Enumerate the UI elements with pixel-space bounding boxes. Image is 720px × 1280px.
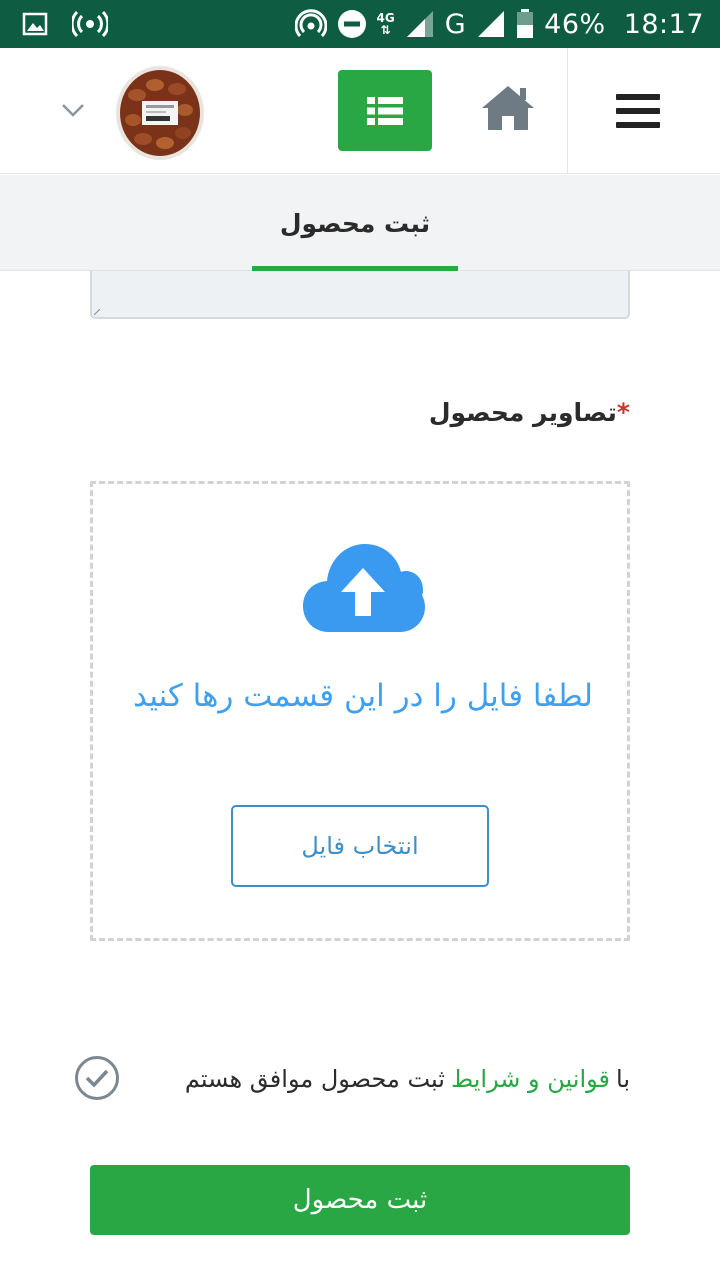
submit-label: ثبت محصول bbox=[292, 1185, 428, 1215]
hamburger-icon bbox=[616, 94, 660, 128]
product-list-button[interactable] bbox=[338, 70, 432, 151]
resize-handle-icon[interactable] bbox=[94, 309, 100, 315]
hotspot-icon bbox=[72, 10, 108, 38]
status-bar: 4G ⇅ G 46% 18:17 bbox=[0, 0, 720, 48]
terms-checkbox[interactable] bbox=[74, 1055, 120, 1101]
gallery-icon bbox=[22, 12, 48, 36]
terms-suffix: ثبت محصول موافق هستم bbox=[184, 1065, 445, 1093]
battery-percent: 46% bbox=[544, 8, 606, 40]
tab-label: ثبت محصول bbox=[279, 208, 431, 238]
user-avatar[interactable] bbox=[115, 65, 205, 161]
dropzone-instructions: لطفا فایل را در این قسمت رها کنید bbox=[133, 678, 593, 714]
menu-button[interactable] bbox=[600, 76, 676, 146]
home-button[interactable] bbox=[472, 78, 544, 138]
list-icon bbox=[367, 96, 403, 125]
header-divider bbox=[567, 48, 568, 174]
avatar-image bbox=[116, 66, 204, 160]
data-arrows-icon: ⇅ bbox=[380, 23, 391, 37]
terms-agreement: با قوانین و شرایط ثبت محصول موافق هستم bbox=[185, 1058, 630, 1100]
account-dropdown[interactable] bbox=[58, 98, 88, 122]
submit-product-button[interactable]: ثبت محصول bbox=[90, 1165, 630, 1235]
cloud-upload-icon bbox=[303, 544, 425, 632]
tab-register-product[interactable]: ثبت محصول bbox=[252, 175, 458, 271]
file-dropzone[interactable]: لطفا فایل را در این قسمت رها کنید انتخاب… bbox=[90, 481, 630, 941]
app-header bbox=[0, 48, 720, 174]
clock: 18:17 bbox=[623, 8, 704, 40]
network-type: 4G ⇅ bbox=[377, 12, 395, 36]
choose-file-button[interactable]: انتخاب فایل bbox=[231, 805, 489, 887]
product-images-label: *تصاویر محصول bbox=[429, 398, 630, 427]
product-images-label-text: تصاویر محصول bbox=[428, 398, 617, 427]
tab-bar: ثبت محصول bbox=[0, 175, 720, 271]
battery-icon bbox=[517, 9, 534, 38]
description-textarea[interactable] bbox=[90, 271, 630, 319]
terms-link[interactable]: قوانین و شرایط bbox=[451, 1065, 610, 1093]
check-circle-icon bbox=[75, 1056, 119, 1100]
do-not-disturb-icon bbox=[337, 10, 366, 38]
chevron-down-icon bbox=[62, 104, 84, 117]
carrier-letter: G bbox=[444, 8, 467, 40]
choose-file-label: انتخاب فایل bbox=[301, 832, 419, 860]
signal-icon bbox=[406, 11, 433, 37]
required-mark: * bbox=[616, 398, 630, 427]
signal-icon bbox=[478, 11, 505, 37]
home-icon bbox=[482, 86, 534, 130]
wifi-tethering-icon bbox=[294, 9, 327, 38]
terms-prefix: با bbox=[616, 1065, 630, 1093]
